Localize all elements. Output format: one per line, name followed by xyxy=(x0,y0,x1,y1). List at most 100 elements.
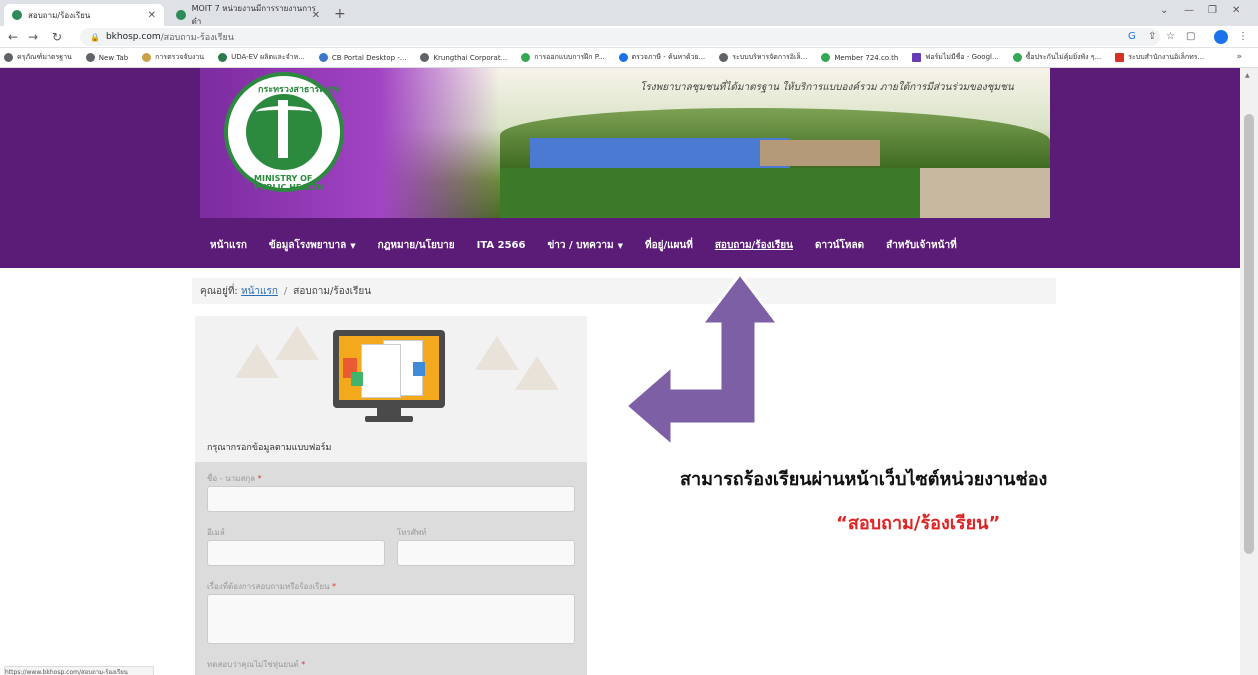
bookmark-item[interactable]: Member 724.co.th xyxy=(821,53,898,62)
side-panel-icon[interactable]: ▢ xyxy=(1186,31,1195,42)
topic-label: เรื่องที่ต้องการสอบถามหรือร้องเรียน * xyxy=(207,580,336,593)
status-bar-url: https://www.bkhosp.com/สอบถาม-ร้องเรียน xyxy=(4,666,154,675)
site-favicon-icon xyxy=(12,10,22,20)
required-mark: * xyxy=(332,582,337,591)
menu-item-law-policy[interactable]: กฎหมาย/นโยบาย xyxy=(378,238,455,253)
name-input[interactable] xyxy=(207,486,575,512)
banner-building xyxy=(530,138,790,168)
label-text: ชื่อ - นามสกุล xyxy=(207,474,256,483)
close-tab-icon[interactable]: ✕ xyxy=(148,10,156,21)
menu-item-hospital-info[interactable]: ข้อมูลโรงพยาบาล ▼ xyxy=(269,238,356,253)
url-host: bkhosp.com xyxy=(105,32,161,42)
bookmark-label: ฟอร์มไม่มีชื่อ - Googl... xyxy=(925,53,999,61)
share-icon[interactable]: ⇪ xyxy=(1148,31,1156,42)
menu-item-home[interactable]: หน้าแรก xyxy=(210,238,247,253)
bookmark-label: New Tab xyxy=(98,53,129,62)
bookmark-item[interactable]: ฟอร์มไม่มีชื่อ - Googl... xyxy=(912,52,999,63)
email-input[interactable] xyxy=(207,540,385,566)
bookmark-item[interactable]: ตรวจภาษี - ค้นหาด้วย... xyxy=(618,52,705,63)
decor-triangle xyxy=(275,326,319,360)
caret-down-icon: ▼ xyxy=(350,242,356,250)
bookmark-item[interactable]: Krungthai Corporat... xyxy=(420,53,507,62)
document-icon xyxy=(361,344,401,398)
seal-english-text: MINISTRY OF PUBLIC HEALTH xyxy=(254,174,324,192)
caret-down-icon: ▼ xyxy=(617,242,623,250)
bookmark-label: ครุภัณฑ์มาตรฐาน xyxy=(17,53,72,61)
phone-input[interactable] xyxy=(397,540,575,566)
site-favicon-icon xyxy=(176,10,186,20)
bookmark-label: การออกแบบการฝึก P... xyxy=(534,53,605,61)
breadcrumb-home-link[interactable]: หน้าแรก xyxy=(241,284,278,299)
bookmark-favicon-icon xyxy=(142,53,152,62)
complaint-form: ชื่อ - นามสกุล * อีเมล์ โทรศัพท์ เรื่องท… xyxy=(195,462,587,675)
browser-tab[interactable]: MOIT 7 หน่วยงานมีการรายงานการดำ ✕ xyxy=(168,4,328,26)
menu-item-inquiry-complaint[interactable]: สอบถาม/ร้องเรียน xyxy=(715,238,793,253)
annotation-highlight: “สอบถาม/ร้องเรียน” xyxy=(836,513,1001,534)
bookmark-label: CB Portal Desktop -... xyxy=(331,53,407,62)
menu-label: ดาวน์โหลด xyxy=(814,240,865,251)
menu-label: ITA 2566 xyxy=(476,240,526,251)
bookmark-item[interactable]: ครุภัณฑ์มาตรฐาน xyxy=(4,52,72,63)
monitor-base xyxy=(365,416,413,422)
bookmark-item[interactable]: ระบบสำนักงานอิเล็กทร... xyxy=(1115,52,1204,63)
globe-icon xyxy=(85,53,95,62)
bookmark-favicon-icon xyxy=(318,53,328,62)
menu-item-news[interactable]: ข่าว / บทความ ▼ xyxy=(547,238,623,253)
seal-thai-text: กระทรวงสาธารณสุข xyxy=(258,85,340,95)
captcha-label: ทดสอบว่าคุณไม่ใช่หุ่นยนต์ * xyxy=(207,658,305,671)
google-translate-icon[interactable]: G xyxy=(1128,31,1136,42)
forms-icon xyxy=(912,53,922,62)
url-bar[interactable]: 🔒 bkhosp.com /สอบถาม-ร้องเรียน xyxy=(80,28,1160,46)
bookmark-label: ซื้อประกันไม่คุ้มยิ่งพัง ๆ... xyxy=(1025,53,1102,61)
bookmark-item[interactable]: ซื้อประกันไม่คุ้มยิ่งพัง ๆ... xyxy=(1012,52,1102,63)
scroll-up-icon[interactable]: ▲ xyxy=(1245,72,1250,79)
page-scrollbar[interactable]: ▲ xyxy=(1240,68,1258,675)
reload-icon[interactable]: ↻ xyxy=(52,30,62,44)
forward-icon[interactable]: → xyxy=(28,30,38,44)
menu-item-address-map[interactable]: ที่อยู่/แผนที่ xyxy=(645,238,693,253)
bookmark-item[interactable]: การตรวจจับงาน xyxy=(142,52,204,63)
main-menu: หน้าแรก ข้อมูลโรงพยาบาล ▼ กฎหมาย/นโยบาย I… xyxy=(210,238,979,253)
menu-item-ita[interactable]: ITA 2566 xyxy=(477,240,526,251)
minimize-icon[interactable]: — xyxy=(1184,5,1194,16)
bookmark-label: Member 724.co.th xyxy=(834,53,899,62)
email-label: อีเมล์ xyxy=(207,528,225,537)
globe-icon xyxy=(420,53,430,62)
topic-textarea[interactable] xyxy=(207,594,575,644)
bookmark-label: ระบบบริหารจัดการอิเล็... xyxy=(732,53,808,61)
new-tab-button[interactable]: + xyxy=(334,6,346,22)
decor-triangle xyxy=(235,344,279,378)
bookmark-item[interactable]: New Tab xyxy=(85,53,129,62)
bookmark-item[interactable]: การออกแบบการฝึก P... xyxy=(521,52,605,63)
tab-search-icon[interactable]: ⌄ xyxy=(1160,5,1168,16)
menu-label: กฎหมาย/นโยบาย xyxy=(377,240,455,251)
back-icon[interactable]: ← xyxy=(8,30,18,44)
scrollbar-thumb[interactable] xyxy=(1244,114,1254,554)
menu-item-staff[interactable]: สำหรับเจ้าหน้าที่ xyxy=(886,238,957,253)
restore-icon[interactable]: ❐ xyxy=(1208,5,1217,16)
ministry-seal-logo[interactable]: กระทรวงสาธารณสุข MINISTRY OF PUBLIC HEAL… xyxy=(224,72,344,192)
bookmark-favicon-icon xyxy=(821,53,831,62)
more-bookmarks-icon[interactable]: » xyxy=(1236,52,1242,62)
breadcrumb-prefix: คุณอยู่ที่: xyxy=(200,285,238,297)
monitor-screen xyxy=(339,336,439,400)
bookmark-item[interactable]: ระบบบริหารจัดการอิเล็... xyxy=(719,52,807,63)
menu-item-download[interactable]: ดาวน์โหลด xyxy=(815,238,864,253)
browser-tab-active[interactable]: สอบถาม/ร้องเรียน ✕ xyxy=(4,4,164,26)
chart-bar-icon xyxy=(413,362,425,376)
browser-menu-icon[interactable]: ⋮ xyxy=(1238,31,1248,42)
arrow-shape xyxy=(623,274,782,450)
close-window-icon[interactable]: ✕ xyxy=(1232,5,1240,16)
bookmark-label: UDA-EV ผลิตและจำห... xyxy=(231,53,305,61)
bookmark-item[interactable]: CB Portal Desktop -... xyxy=(318,53,407,62)
bookmark-item[interactable]: UDA-EV ผลิตและจำห... xyxy=(218,52,305,63)
bookmark-label: ระบบสำนักงานอิเล็กทร... xyxy=(1128,53,1205,61)
close-tab-icon[interactable]: ✕ xyxy=(312,10,320,21)
bookmark-star-icon[interactable]: ☆ xyxy=(1166,31,1175,42)
monitor-icon xyxy=(333,330,445,408)
menu-label: ข่าว / บทความ xyxy=(547,240,614,251)
profile-avatar[interactable] xyxy=(1214,30,1228,44)
google-icon xyxy=(618,53,628,62)
form-caption: กรุณากรอกข้อมูลตามแบบฟอร์ม xyxy=(207,443,332,453)
hospital-banner: โรงพยาบาลชุมชนที่ได้มาตรฐาน ให้บริการแบบ… xyxy=(200,68,1050,218)
